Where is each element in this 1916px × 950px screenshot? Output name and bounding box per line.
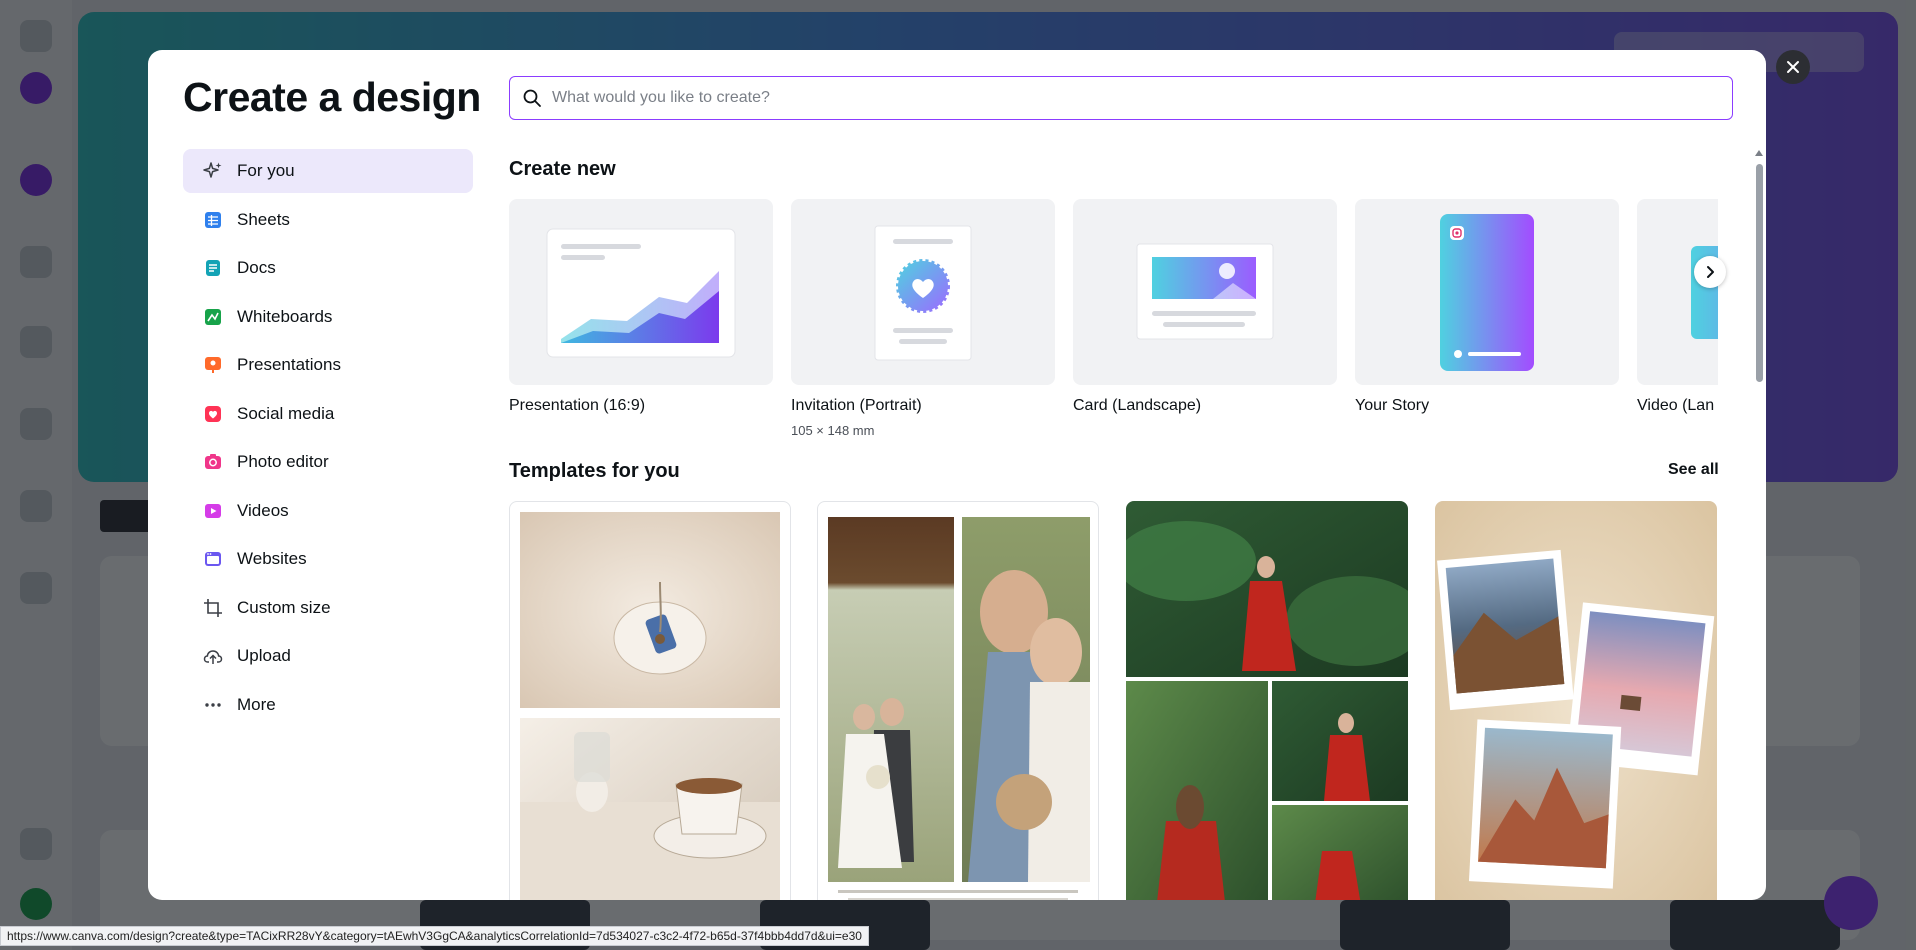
carousel-next-button[interactable] xyxy=(1694,256,1726,288)
sidebar-item-label: Videos xyxy=(237,500,289,520)
sidebar-item-label: Photo editor xyxy=(237,452,329,471)
close-button[interactable] xyxy=(1776,50,1810,84)
sparkles-icon xyxy=(203,161,223,181)
modal-scrollbar[interactable] xyxy=(1754,150,1764,900)
template-preview-image xyxy=(1435,501,1717,900)
sidebar-item-websites[interactable]: Websites xyxy=(183,537,473,581)
sidebar-item-label: Docs xyxy=(237,258,276,277)
create-design-modal: Create a design For you Sheets Docs Whit… xyxy=(148,50,1766,900)
template-card[interactable] xyxy=(1435,501,1717,900)
search-icon xyxy=(523,89,541,107)
camera-icon xyxy=(203,452,223,472)
sidebar-item-presentations[interactable]: Presentations xyxy=(183,343,473,387)
create-card-invitation[interactable]: Invitation (Portrait) 105 × 148 mm xyxy=(791,199,1055,438)
whiteboard-icon xyxy=(203,307,223,327)
sidebar-item-label: Upload xyxy=(237,646,291,665)
presentation-icon xyxy=(203,355,223,375)
search-box[interactable] xyxy=(509,76,1733,120)
story-thumbnail xyxy=(1355,199,1619,385)
more-dots-icon xyxy=(203,695,223,715)
sidebar-item-upload[interactable]: Upload xyxy=(183,634,473,678)
card-label: Presentation (16:9) xyxy=(509,397,646,414)
template-preview-image xyxy=(1126,501,1408,900)
close-icon xyxy=(1787,61,1799,73)
templates-grid xyxy=(509,501,1721,900)
sidebar-item-label: Custom size xyxy=(237,597,331,617)
video-thumbnail xyxy=(1637,199,1718,385)
card-label: Invitation (Portrait) xyxy=(791,397,922,414)
search-input[interactable] xyxy=(552,89,1702,107)
sidebar-item-label: For you xyxy=(237,161,295,180)
see-all-link[interactable]: See all xyxy=(1668,461,1719,479)
sidebar-item-label: Social media xyxy=(237,403,335,423)
sidebar-item-label: Websites xyxy=(237,549,307,568)
upload-cloud-icon xyxy=(203,646,223,666)
sidebar-item-whiteboards[interactable]: Whiteboards xyxy=(183,295,473,339)
sidebar-item-label: Sheets xyxy=(237,209,290,229)
sidebar-item-more[interactable]: More xyxy=(183,683,473,727)
sidebar-item-videos[interactable]: Videos xyxy=(183,489,473,533)
template-card[interactable] xyxy=(1126,501,1408,900)
create-card-presentation[interactable]: Presentation (16:9) xyxy=(509,199,773,415)
sidebar-item-custom-size[interactable]: Custom size xyxy=(183,586,473,630)
chevron-right-icon xyxy=(1707,266,1714,278)
template-preview-image xyxy=(520,512,780,900)
card-dimensions: 105 × 148 mm xyxy=(791,423,875,438)
sidebar-item-label: Presentations xyxy=(237,355,341,374)
sheets-icon xyxy=(203,210,223,230)
card-label: Video (Lan xyxy=(1637,397,1715,414)
create-new-carousel: Presentation (16:9) Invitation (Portrait… xyxy=(509,199,1718,449)
template-card[interactable] xyxy=(817,501,1099,900)
card-landscape-thumbnail xyxy=(1073,199,1337,385)
template-preview-image xyxy=(828,517,1090,900)
category-sidebar: For you Sheets Docs Whiteboards Presenta… xyxy=(183,149,473,731)
create-card-landscape[interactable]: Card (Landscape) xyxy=(1073,199,1337,415)
sidebar-item-for-you[interactable]: For you xyxy=(183,149,473,193)
sidebar-item-photo-editor[interactable]: Photo editor xyxy=(183,440,473,484)
sidebar-item-label: Whiteboards xyxy=(237,306,333,326)
sidebar-item-sheets[interactable]: Sheets xyxy=(183,198,473,242)
sidebar-item-social-media[interactable]: Social media xyxy=(183,392,473,436)
crop-icon xyxy=(203,598,223,618)
docs-icon xyxy=(203,258,223,278)
heart-icon xyxy=(203,404,223,424)
create-card-video[interactable]: Video (Lan xyxy=(1637,199,1718,415)
scrollbar-thumb[interactable] xyxy=(1756,164,1763,382)
card-label: Card (Landscape) xyxy=(1073,397,1202,414)
sidebar-item-docs[interactable]: Docs xyxy=(183,246,473,290)
template-card[interactable] xyxy=(509,501,791,900)
video-icon xyxy=(203,501,223,521)
sidebar-item-label: More xyxy=(237,694,276,714)
create-card-your-story[interactable]: Your Story xyxy=(1355,199,1619,415)
templates-heading: Templates for you xyxy=(509,460,680,482)
website-icon xyxy=(203,549,223,569)
scroll-up-arrow-icon[interactable] xyxy=(1755,150,1763,156)
create-new-heading: Create new xyxy=(509,158,616,180)
card-label: Your Story xyxy=(1355,397,1430,414)
modal-title: Create a design xyxy=(183,74,481,120)
invitation-thumbnail xyxy=(791,199,1055,385)
presentation-thumbnail xyxy=(509,199,773,385)
browser-status-url: https://www.canva.com/design?create&type… xyxy=(0,926,869,946)
